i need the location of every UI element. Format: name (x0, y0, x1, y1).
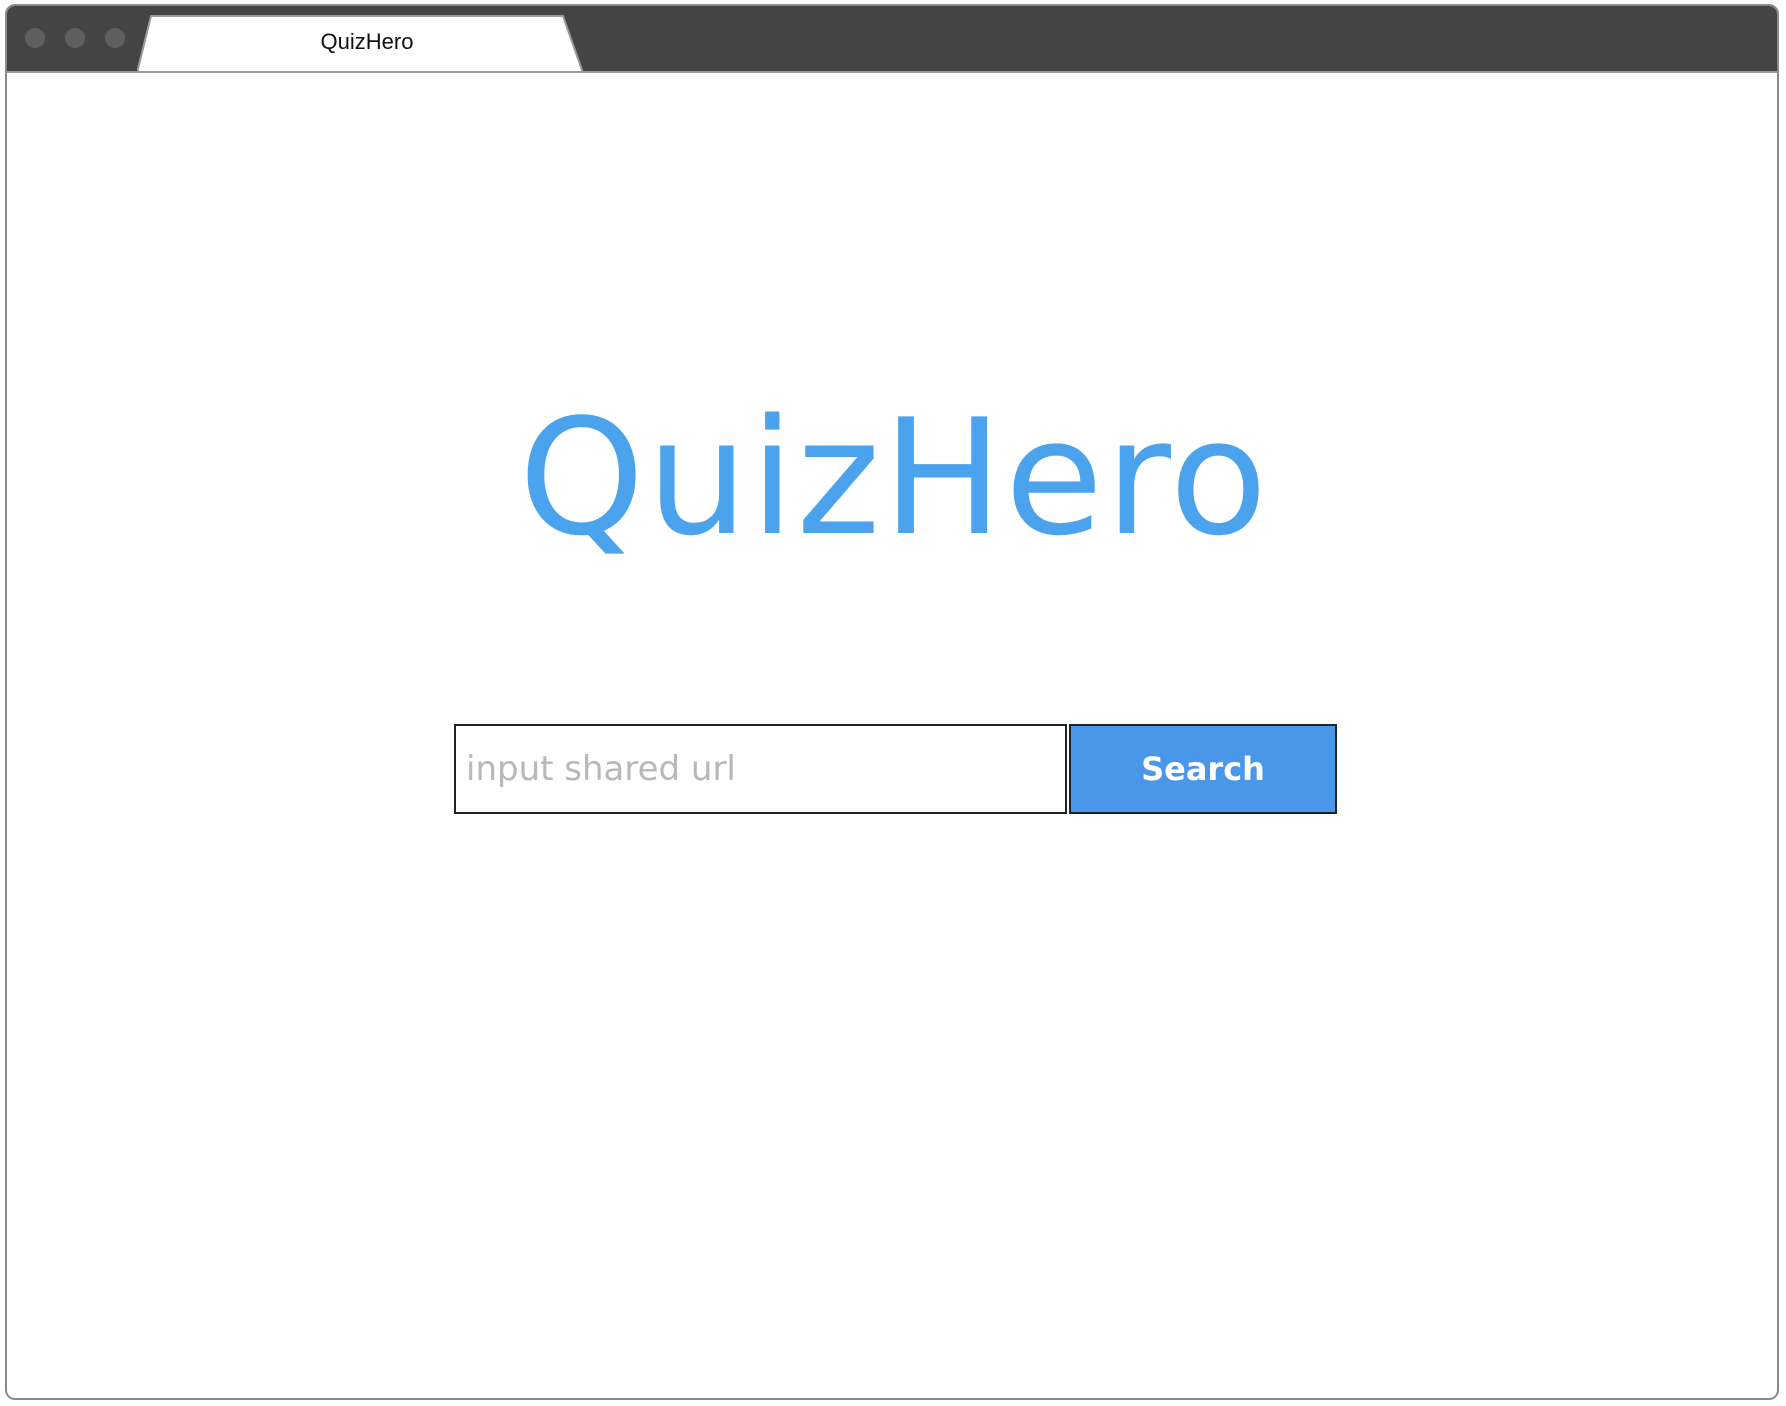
browser-tab[interactable]: QuizHero (137, 14, 597, 73)
titlebar-divider (7, 71, 1777, 73)
window-minimize-icon[interactable] (65, 28, 85, 48)
browser-window: QuizHero QuizHero Search (5, 4, 1779, 1400)
site-logo: QuizHero (518, 384, 1270, 571)
search-button[interactable]: Search (1069, 724, 1337, 814)
window-maximize-icon[interactable] (105, 28, 125, 48)
browser-titlebar: QuizHero (7, 6, 1777, 73)
tab-title: QuizHero (320, 29, 414, 54)
window-close-icon[interactable] (25, 28, 45, 48)
search-input[interactable] (454, 724, 1067, 814)
